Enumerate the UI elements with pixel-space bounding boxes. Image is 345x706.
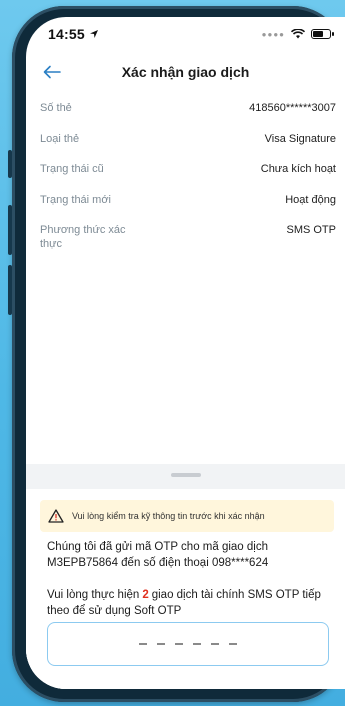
status-time: 14:55 (48, 26, 85, 42)
arrow-left-icon (43, 65, 61, 79)
otp-digit-placeholder (193, 643, 201, 645)
otp-digit-placeholder (139, 643, 147, 645)
otp-digit-placeholder (211, 643, 219, 645)
otp-input-field[interactable] (47, 622, 329, 666)
transaction-info-list: Số thẻ 418560******3007 Loại thẻ Visa Si… (40, 101, 336, 269)
signal-icon: ●●●● (261, 29, 285, 39)
info-row-new-status: Trạng thái mới Hoạt động (40, 193, 336, 224)
page-title: Xác nhận giao dịch (121, 64, 250, 80)
otp-bottom-sheet: Vui lòng kiểm tra kỹ thông tin trước khi… (26, 464, 345, 689)
info-row-card-number: Số thẻ 418560******3007 (40, 101, 336, 132)
info-value: Hoạt động (285, 193, 336, 206)
wifi-icon (291, 29, 305, 39)
transaction-count: 2 (142, 589, 149, 601)
info-value: SMS OTP (286, 224, 336, 236)
warning-banner: Vui lòng kiểm tra kỹ thông tin trước khi… (40, 500, 334, 532)
info-label: Số thẻ (40, 102, 72, 114)
otp-placeholder-dashes (139, 643, 237, 645)
side-button (8, 265, 12, 315)
otp-digit-placeholder (157, 643, 165, 645)
soft-otp-message: Vui lòng thực hiện 2 giao dịch tài chính S… (47, 587, 337, 619)
side-button (8, 150, 12, 178)
info-label: Trạng thái mới (40, 193, 111, 206)
sheet-drag-handle[interactable] (171, 473, 201, 477)
info-label: Phương thức xác thực (40, 224, 126, 250)
nav-bar: Xác nhận giao dịch (26, 57, 345, 87)
otp-digit-placeholder (229, 643, 237, 645)
warning-text: Vui lòng kiểm tra kỹ thông tin trước khi… (72, 511, 265, 521)
otp-digit-placeholder (175, 643, 183, 645)
info-value: Chưa kích hoạt (260, 163, 336, 175)
side-button (8, 205, 12, 255)
otp-sent-message: Chúng tôi đã gửi mã OTP cho mã giao dịch… (47, 541, 269, 569)
warning-triangle-icon (48, 509, 64, 523)
info-value: Visa Signature (264, 132, 336, 145)
info-row-auth-method: Phương thức xác thực SMS OTP (40, 223, 336, 269)
info-label: Trạng thái cũ (40, 163, 104, 175)
location-arrow-icon (89, 30, 98, 38)
info-row-old-status: Trạng thái cũ Chưa kích hoạt (40, 162, 336, 193)
battery-icon (311, 29, 334, 39)
status-bar: 14:55 ●●●● (26, 17, 345, 51)
back-button[interactable] (40, 60, 64, 84)
info-row-card-type: Loại thẻ Visa Signature (40, 132, 336, 163)
info-label: Loại thẻ (40, 132, 80, 145)
info-value: 418560******3007 (249, 102, 336, 114)
app-screen: 14:55 ●●●● Xác nhận giao dịch Số thẻ 418… (26, 17, 345, 689)
soft-otp-prefix: Vui lòng thực hiện (47, 589, 140, 601)
